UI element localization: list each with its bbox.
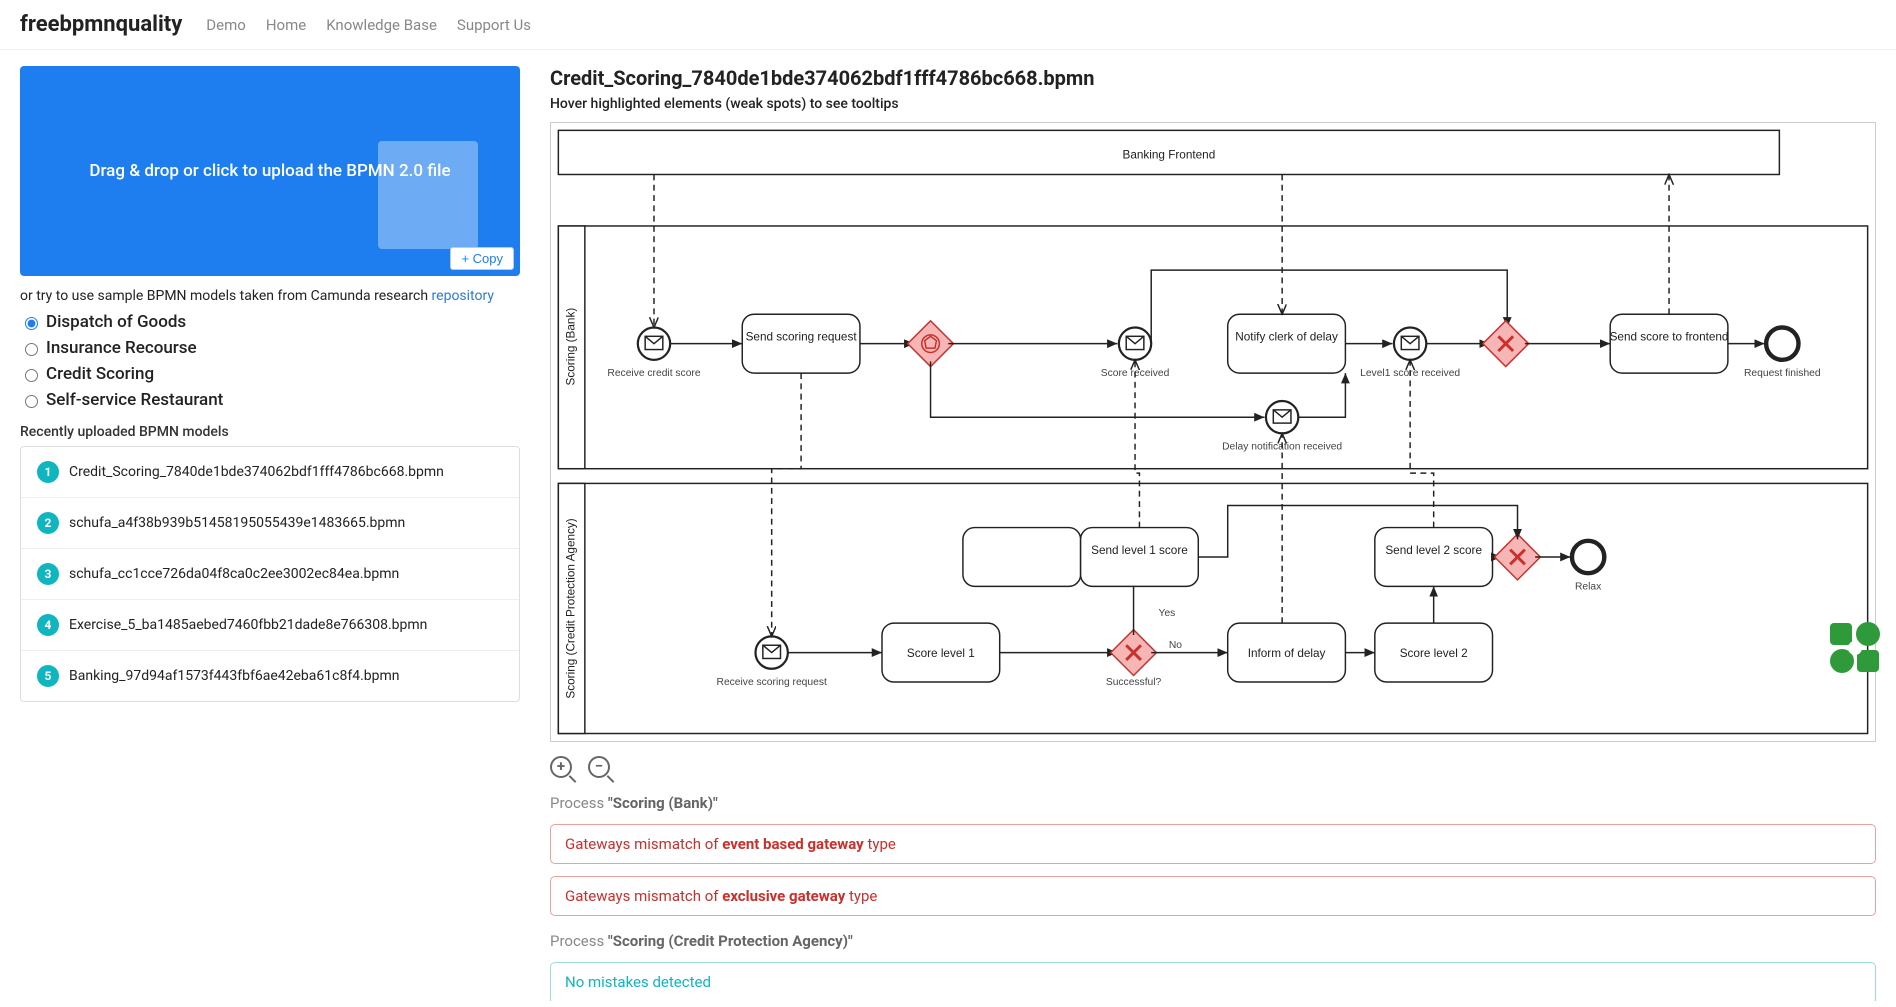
recent-file: schufa_cc1cce726da04f8ca0c2ee3002ec84ea.… — [69, 566, 399, 582]
nav-support[interactable]: Support Us — [457, 16, 531, 34]
upload-dropzone[interactable]: Drag & drop or click to upload the BPMN … — [20, 66, 520, 276]
recent-file: schufa_a4f38b939b51458195055439e1483665.… — [69, 515, 405, 531]
recent-title: Recently uploaded BPMN models — [20, 424, 520, 440]
recent-item[interactable]: 2 schufa_a4f38b939b51458195055439e1483665… — [21, 498, 519, 549]
radio-credit[interactable] — [25, 369, 38, 382]
sample-insurance[interactable]: Insurance Recourse — [20, 338, 520, 358]
svg-text:No: No — [1169, 640, 1182, 651]
svg-text:Notify clerk of delay: Notify clerk of delay — [1235, 331, 1338, 344]
svg-text:Inform of delay: Inform of delay — [1248, 647, 1326, 660]
sample-label: Dispatch of Goods — [46, 312, 186, 332]
drop-ghost-icon — [378, 141, 478, 249]
svg-text:Scoring (Bank): Scoring (Bank) — [565, 308, 578, 386]
brand[interactable]: freebpmnquality — [20, 12, 182, 37]
radio-dispatch[interactable] — [25, 317, 38, 330]
copy-button[interactable]: + Copy — [450, 247, 514, 270]
num-badge: 4 — [37, 614, 59, 636]
sample-label: Credit Scoring — [46, 364, 154, 384]
nav-kb[interactable]: Knowledge Base — [326, 16, 437, 34]
svg-text:Successful?: Successful? — [1106, 677, 1162, 688]
recent-item[interactable]: 4 Exercise_5_ba1485aebed7460fbb21dade8e76… — [21, 600, 519, 651]
process-1-label: Process "Scoring (Bank)" — [550, 794, 1876, 812]
recent-item[interactable]: 1 Credit_Scoring_7840de1bde374062bdf1fff4… — [21, 447, 519, 498]
recent-list[interactable]: 1 Credit_Scoring_7840de1bde374062bdf1fff4… — [20, 446, 520, 702]
svg-text:Yes: Yes — [1159, 608, 1176, 619]
svg-text:Send level 2 score: Send level 2 score — [1385, 544, 1482, 557]
ok-message: No mistakes detected — [550, 962, 1876, 1001]
sample-label: Self-service Restaurant — [46, 390, 223, 410]
svg-text:Score level 2: Score level 2 — [1400, 647, 1468, 660]
num-badge: 1 — [37, 461, 59, 483]
error-event-gateway: Gateways mismatch of event based gateway… — [550, 824, 1876, 864]
sample-label: Insurance Recourse — [46, 338, 197, 358]
zoom-in-button[interactable]: + — [550, 756, 572, 778]
nav-demo[interactable]: Demo — [206, 16, 246, 34]
radio-restaurant[interactable] — [25, 395, 38, 408]
svg-text:Relax: Relax — [1575, 581, 1602, 592]
svg-text:Receive credit score: Receive credit score — [607, 368, 700, 379]
svg-text:Request finished: Request finished — [1744, 368, 1821, 379]
navbar: freebpmnquality Demo Home Knowledge Base… — [0, 0, 1896, 50]
svg-text:Receive scoring request: Receive scoring request — [717, 677, 827, 688]
help-widget-icon[interactable] — [1828, 621, 1882, 675]
repository-link[interactable]: repository — [432, 288, 494, 304]
sample-credit[interactable]: Credit Scoring — [20, 364, 520, 384]
recent-item[interactable]: 5 Banking_97d94af1573f443fbf6ae42eba61c8f… — [21, 651, 519, 701]
sample-restaurant[interactable]: Self-service Restaurant — [20, 390, 520, 410]
nav-home[interactable]: Home — [266, 16, 306, 34]
num-badge: 5 — [37, 665, 59, 687]
svg-text:Send scoring request: Send scoring request — [746, 331, 858, 344]
radio-insurance[interactable] — [25, 343, 38, 356]
num-badge: 2 — [37, 512, 59, 534]
svg-text:Send level 1 score: Send level 1 score — [1091, 544, 1188, 557]
bpmn-diagram[interactable]: Banking Frontend Scoring (Bank) Receive … — [550, 122, 1876, 742]
svg-text:Score level 1: Score level 1 — [907, 647, 975, 660]
process-2-label: Process "Scoring (Credit Protection Agen… — [550, 932, 1876, 950]
error-exclusive-gateway: Gateways mismatch of exclusive gateway t… — [550, 876, 1876, 916]
recent-file: Banking_97d94af1573f443fbf6ae42eba61c8f4… — [69, 668, 400, 684]
svg-text:Scoring (Credit Protection Age: Scoring (Credit Protection Agency) — [565, 518, 578, 698]
recent-item[interactable]: 3 schufa_cc1cce726da04f8ca0c2ee3002ec84ea… — [21, 549, 519, 600]
sample-prefix: or try to use sample BPMN models taken f… — [20, 288, 432, 304]
svg-text:Send score to frontend: Send score to frontend — [1610, 331, 1729, 344]
sample-dispatch[interactable]: Dispatch of Goods — [20, 312, 520, 332]
recent-file: Exercise_5_ba1485aebed7460fbb21dade8e766… — [69, 617, 427, 633]
recent-file: Credit_Scoring_7840de1bde374062bdf1fff47… — [69, 464, 444, 480]
file-title: Credit_Scoring_7840de1bde374062bdf1fff47… — [550, 66, 1876, 90]
sample-hint: or try to use sample BPMN models taken f… — [20, 288, 520, 304]
sample-radio-group: Dispatch of Goods Insurance Recourse Cre… — [20, 312, 520, 410]
zoom-out-button[interactable]: − — [588, 756, 610, 778]
svg-text:Banking Frontend: Banking Frontend — [1122, 148, 1215, 161]
num-badge: 3 — [37, 563, 59, 585]
file-subtitle: Hover highlighted elements (weak spots) … — [550, 96, 1876, 112]
minus-icon: − — [595, 759, 603, 774]
plus-icon: + — [557, 759, 565, 774]
